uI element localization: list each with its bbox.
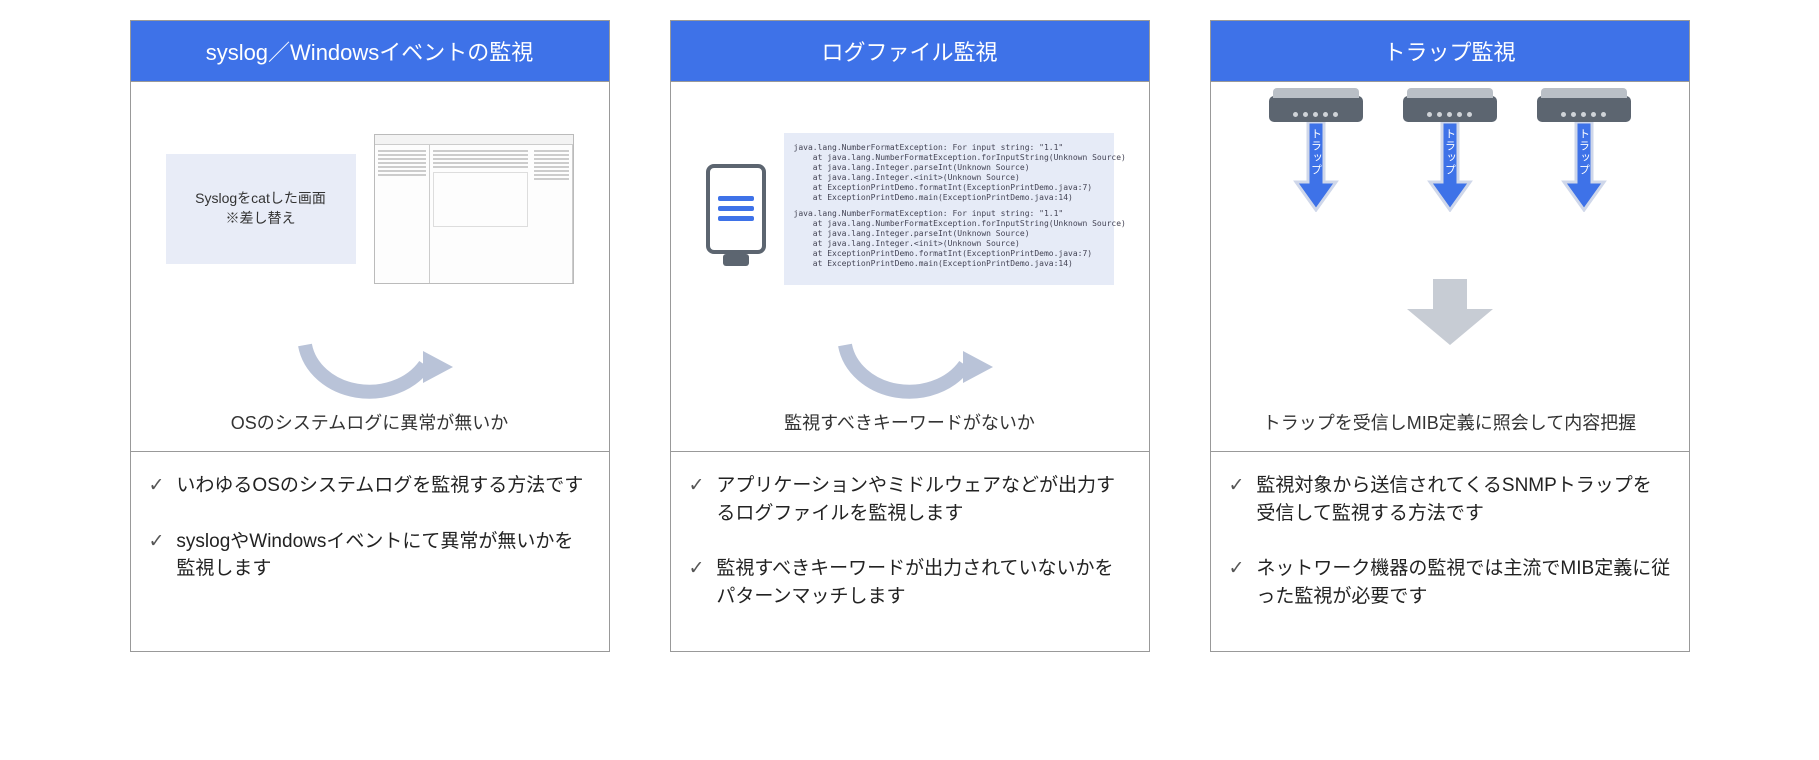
bullet-item: ✓ 監視対象から送信されてくるSNMPトラップを受信して監視する方法です	[1229, 472, 1671, 527]
server-device-icon	[706, 164, 766, 254]
log-output-box: java.lang.NumberFormatException: For inp…	[784, 133, 1114, 285]
network-devices-row: トラップ トラップ	[1269, 96, 1631, 212]
bullet-item: ✓ ネットワーク機器の監視では主流でMIB定義に従った監視が必要です	[1229, 555, 1671, 610]
card-title: ログファイル監視	[671, 21, 1149, 81]
bullet-text: 監視対象から送信されてくるSNMPトラップを受信して監視する方法です	[1256, 472, 1670, 527]
illustration-row: java.lang.NumberFormatException: For inp…	[681, 98, 1139, 319]
placeholder-text-1: Syslogをcatした画面	[195, 189, 326, 209]
card-summary: 監視すべきキーワードがないか	[784, 409, 1035, 435]
log-block-2: java.lang.NumberFormatException: For inp…	[794, 209, 1104, 269]
bullet-text: ネットワーク機器の監視では主流でMIB定義に従った監視が必要です	[1256, 555, 1670, 610]
cards-container: syslog／Windowsイベントの監視 Syslogをcatした画面 ※差し…	[12, 20, 1807, 652]
card-summary: トラップを受信しMIB定義に照会して内容把握	[1263, 409, 1636, 435]
card-footer: ✓ 監視対象から送信されてくるSNMPトラップを受信して監視する方法です ✓ ネ…	[1211, 451, 1689, 651]
card-logfile: ログファイル監視 java.lang.NumberFormatException…	[670, 20, 1150, 652]
card-title: syslog／Windowsイベントの監視	[131, 21, 609, 81]
network-device: トラップ	[1269, 96, 1363, 212]
placeholder-text-2: ※差し替え	[226, 209, 296, 229]
card-body: java.lang.NumberFormatException: For inp…	[671, 81, 1149, 451]
network-device: トラップ	[1537, 96, 1631, 212]
check-icon: ✓	[1229, 472, 1245, 500]
card-body: トラップ トラップ	[1211, 81, 1689, 451]
bullet-text: 監視すべきキーワードが出力されていないかをパターンマッチします	[716, 555, 1130, 610]
card-syslog: syslog／Windowsイベントの監視 Syslogをcatした画面 ※差し…	[130, 20, 610, 652]
bullet-text: syslogやWindowsイベントにて異常が無いかを監視します	[176, 528, 590, 583]
card-body: Syslogをcatした画面 ※差し替え	[131, 81, 609, 451]
router-icon	[1269, 96, 1363, 122]
router-icon	[1537, 96, 1631, 122]
check-icon: ✓	[689, 472, 705, 500]
bullet-text: いわゆるOSのシステムログを監視する方法です	[176, 472, 583, 500]
bullet-item: ✓ いわゆるOSのシステムログを監視する方法です	[149, 472, 591, 500]
card-footer: ✓ いわゆるOSのシステムログを監視する方法です ✓ syslogやWindow…	[131, 451, 609, 651]
bullet-item: ✓ syslogやWindowsイベントにて異常が無いかを監視します	[149, 528, 591, 583]
windows-event-viewer-thumbnail	[374, 134, 574, 284]
check-icon: ✓	[149, 472, 165, 500]
check-icon: ✓	[689, 555, 705, 583]
card-summary: OSのシステムログに異常が無いか	[231, 409, 508, 435]
card-title: トラップ監視	[1211, 21, 1689, 81]
bullet-item: ✓ 監視すべきキーワードが出力されていないかをパターンマッチします	[689, 555, 1131, 610]
trap-label: トラップ	[1442, 128, 1458, 176]
trap-arrow: トラップ	[1425, 122, 1475, 212]
trap-label: トラップ	[1576, 128, 1592, 176]
check-icon: ✓	[1229, 555, 1245, 583]
network-device: トラップ	[1403, 96, 1497, 212]
curved-arrow-icon	[285, 325, 455, 405]
trap-arrow: トラップ	[1559, 122, 1609, 212]
router-icon	[1403, 96, 1497, 122]
check-icon: ✓	[149, 528, 165, 556]
trap-arrow: トラップ	[1291, 122, 1341, 212]
bullet-text: アプリケーションやミドルウェアなどが出力するログファイルを監視します	[716, 472, 1130, 527]
syslog-placeholder: Syslogをcatした画面 ※差し替え	[166, 154, 356, 264]
curved-arrow-icon	[825, 325, 995, 405]
card-trap: トラップ監視 トラップ	[1210, 20, 1690, 652]
big-down-arrow-icon	[1407, 279, 1493, 345]
trap-label: トラップ	[1308, 128, 1324, 176]
bullet-item: ✓ アプリケーションやミドルウェアなどが出力するログファイルを監視します	[689, 472, 1131, 527]
log-block-1: java.lang.NumberFormatException: For inp…	[794, 143, 1104, 203]
illustration-row: Syslogをcatした画面 ※差し替え	[141, 98, 599, 319]
card-footer: ✓ アプリケーションやミドルウェアなどが出力するログファイルを監視します ✓ 監…	[671, 451, 1149, 651]
